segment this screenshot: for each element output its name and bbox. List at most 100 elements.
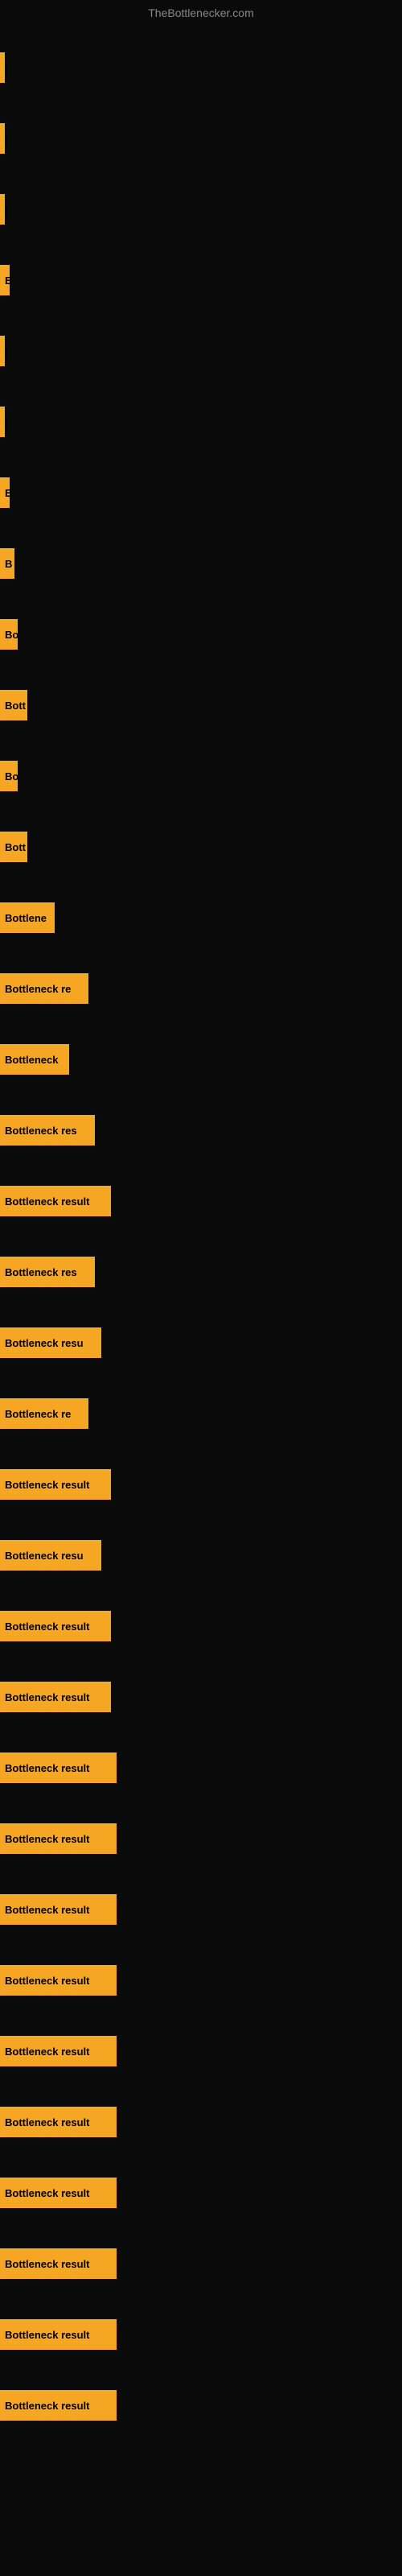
bar-item: Bott [0, 832, 27, 862]
bar-item: Bottleneck result [0, 2178, 117, 2208]
bar-row: Bottleneck result [0, 2370, 402, 2441]
bar-item: Bottleneck re [0, 973, 88, 1004]
bar-label: Bottleneck re [5, 1408, 71, 1420]
bar-label: Bottleneck result [5, 1620, 89, 1633]
bar-row: Bottleneck res [0, 1095, 402, 1166]
bar-item: | [0, 194, 5, 225]
bar-row: | [0, 316, 402, 386]
bar-row: Bottlene [0, 882, 402, 953]
bar-label: Bottleneck result [5, 1691, 89, 1703]
bar-item: Bottleneck result [0, 2036, 117, 2066]
bar-label: Bottleneck result [5, 2116, 89, 2128]
bar-label: | [5, 345, 8, 357]
bar-label: Bottleneck [5, 1054, 58, 1066]
bar-row: Bottleneck resu [0, 1520, 402, 1591]
bar-item: Bottleneck [0, 1044, 69, 1075]
bar-row: Bottleneck resu [0, 1307, 402, 1378]
bar-row: Bottleneck result [0, 1449, 402, 1520]
bar-item: Bo [0, 761, 18, 791]
bar-label: | [5, 133, 8, 145]
bar-label: Bottleneck result [5, 1975, 89, 1987]
bar-row: B [0, 528, 402, 599]
bar-row: E [0, 245, 402, 316]
bar-item: | [0, 52, 5, 83]
bar-item: Bottleneck result [0, 1682, 111, 1712]
bar-row: Bottleneck re [0, 1378, 402, 1449]
bar-row: Bottleneck re [0, 953, 402, 1024]
bar-label: | [5, 416, 8, 428]
bar-item: Bottleneck result [0, 1186, 111, 1216]
bar-row: Bottleneck result [0, 1945, 402, 2016]
bar-item: Bott [0, 690, 27, 720]
bar-row: | [0, 386, 402, 457]
bar-row: | [0, 32, 402, 103]
bar-label: Bottleneck result [5, 1904, 89, 1916]
bar-item: | [0, 407, 5, 437]
bar-row: Bottleneck result [0, 1591, 402, 1662]
bar-item: Bottleneck re [0, 1398, 88, 1429]
bar-label: Bottleneck re [5, 983, 71, 995]
bar-label: Bott [5, 841, 26, 853]
bar-item: Bottleneck resu [0, 1327, 101, 1358]
bar-item: Bottleneck result [0, 1752, 117, 1783]
bar-label: Bottleneck result [5, 2187, 89, 2199]
bar-label: Bottleneck resu [5, 1337, 84, 1349]
bar-label: Bott [5, 700, 26, 712]
bar-label: Bo [5, 629, 18, 641]
bar-item: Bottleneck result [0, 1611, 111, 1641]
bar-row: Bottleneck result [0, 1166, 402, 1236]
bar-item: Bottlene [0, 902, 55, 933]
bar-label: Bo [5, 770, 18, 782]
bar-label: Bottleneck result [5, 2258, 89, 2270]
bar-item: Bottleneck result [0, 1823, 117, 1854]
bar-row: Bottleneck result [0, 2157, 402, 2228]
bar-label: E [5, 275, 12, 287]
bar-row: Bott [0, 670, 402, 741]
bar-label: Bottleneck result [5, 2329, 89, 2341]
bar-row: Bottleneck [0, 1024, 402, 1095]
bar-item: Bottleneck resu [0, 1540, 101, 1571]
bar-row: Bottleneck result [0, 1732, 402, 1803]
bar-label: Bottleneck result [5, 1195, 89, 1208]
bar-label: Bottleneck res [5, 1125, 77, 1137]
bar-row: | [0, 174, 402, 245]
bar-item: Bottleneck result [0, 1894, 117, 1925]
site-title: TheBottlenecker.com [148, 6, 254, 19]
bar-label: Bottleneck result [5, 2400, 89, 2412]
bar-item: E [0, 477, 10, 508]
bar-row: Bottleneck result [0, 1803, 402, 1874]
bar-item: E [0, 265, 10, 295]
bar-item: B [0, 548, 14, 579]
bar-label: | [5, 204, 8, 216]
bar-row: Bott [0, 811, 402, 882]
bar-item: Bottleneck result [0, 2248, 117, 2279]
bar-label: Bottleneck resu [5, 1550, 84, 1562]
bar-item: Bottleneck result [0, 2107, 117, 2137]
bar-label: B [5, 558, 12, 570]
bar-row: Bottleneck result [0, 1662, 402, 1732]
bars-container: | | | E | | E B Bo Bott Bo Bott Bottlene Bottleneck r… [0, 32, 402, 2441]
bar-row: E [0, 457, 402, 528]
bar-item: | [0, 336, 5, 366]
bar-item: Bottleneck result [0, 2390, 117, 2421]
bar-row: Bottleneck res [0, 1236, 402, 1307]
bar-label: Bottleneck result [5, 1833, 89, 1845]
bar-item: Bottleneck result [0, 2319, 117, 2350]
bar-label: Bottleneck result [5, 1479, 89, 1491]
bar-item: Bottleneck result [0, 1965, 117, 1996]
bar-row: Bo [0, 741, 402, 811]
bar-label: Bottleneck res [5, 1266, 77, 1278]
bar-label: Bottleneck result [5, 2046, 89, 2058]
bar-label: Bottleneck result [5, 1762, 89, 1774]
bar-row: Bottleneck result [0, 2299, 402, 2370]
bar-row: Bottleneck result [0, 2087, 402, 2157]
bar-row: | [0, 103, 402, 174]
bar-row: Bo [0, 599, 402, 670]
bar-row: Bottleneck result [0, 1874, 402, 1945]
bar-item: Bottleneck res [0, 1257, 95, 1287]
bar-row: Bottleneck result [0, 2016, 402, 2087]
bar-item: | [0, 123, 5, 154]
bar-label: Bottlene [5, 912, 47, 924]
bar-item: Bottleneck res [0, 1115, 95, 1146]
bar-item: Bottleneck result [0, 1469, 111, 1500]
